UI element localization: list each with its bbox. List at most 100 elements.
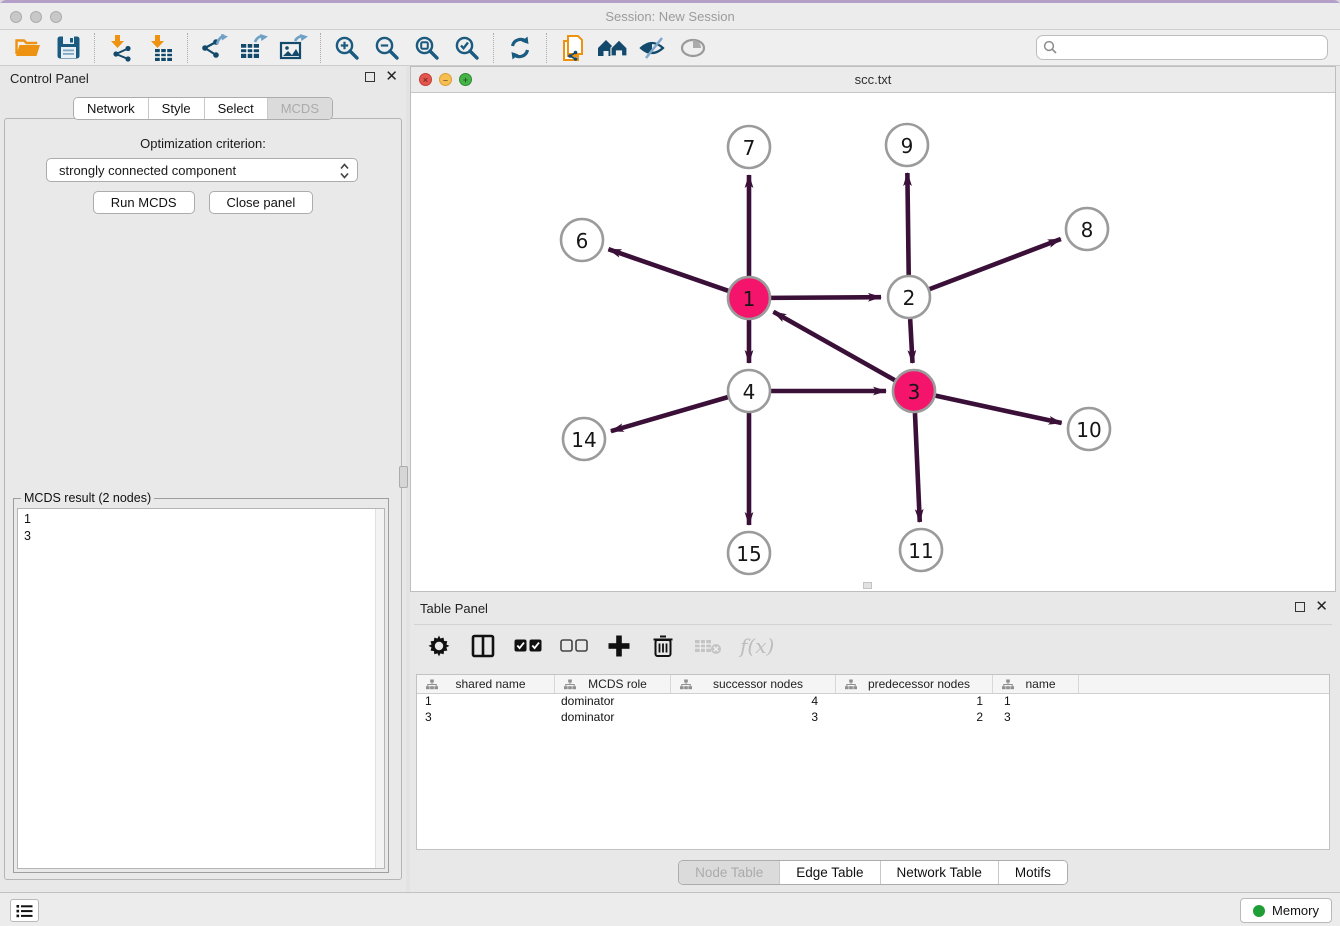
table-toolbar: f(x) <box>414 624 1332 666</box>
application-window: Session: New Session <box>0 0 1340 926</box>
column-header-MCDS-role[interactable]: MCDS role <box>555 675 671 693</box>
control-panel-tabs: NetworkStyleSelectMCDS <box>0 97 406 120</box>
search-input[interactable] <box>1036 35 1328 60</box>
open-session-icon[interactable] <box>8 32 48 64</box>
column-header-successor-nodes[interactable]: successor nodes <box>671 675 836 693</box>
optimization-criterion-select[interactable]: strongly connected component <box>46 158 358 182</box>
graph-node-label: 1 <box>743 287 756 311</box>
zoom-out-icon[interactable] <box>367 32 407 64</box>
import-table-icon[interactable] <box>141 32 181 64</box>
close-table-panel-icon[interactable]: ✕ <box>1315 602 1328 612</box>
cell: 3 <box>671 710 836 726</box>
tab-node-table[interactable]: Node Table <box>679 861 779 884</box>
close-panel-button[interactable]: Close panel <box>209 191 314 214</box>
tab-network[interactable]: Network <box>74 98 148 119</box>
cell: 3 <box>993 710 1079 726</box>
graph-node-label: 2 <box>903 286 916 310</box>
zoom-in-icon[interactable] <box>327 32 367 64</box>
memory-status-icon <box>1253 905 1265 917</box>
result-scrollbar[interactable] <box>375 509 384 868</box>
chevron-up-down-icon <box>338 162 351 180</box>
float-table-panel-icon[interactable] <box>1295 602 1305 612</box>
network-view-frame: × – + scc.txt 1234678910111415 <box>410 66 1336 592</box>
save-session-icon[interactable] <box>48 32 88 64</box>
network-title-bar[interactable]: × – + scc.txt <box>411 67 1335 93</box>
graph-edge-1-6[interactable] <box>608 249 728 291</box>
deselect-all-columns-icon[interactable] <box>560 631 588 661</box>
graph-node-label: 9 <box>901 134 914 158</box>
cell: 1 <box>836 694 993 710</box>
export-image-icon[interactable] <box>274 32 314 64</box>
splitter-grip[interactable] <box>863 582 872 589</box>
zoom-fit-icon[interactable] <box>407 32 447 64</box>
tab-edge-table[interactable]: Edge Table <box>779 861 879 884</box>
select-all-columns-icon[interactable] <box>514 631 542 661</box>
column-header-name[interactable]: name <box>993 675 1079 693</box>
table-header-row: shared nameMCDS rolesuccessor nodesprede… <box>417 675 1329 694</box>
graph-node-label: 6 <box>576 229 589 253</box>
eye-icon-disabled <box>673 32 713 64</box>
table-panel: Table Panel ✕ <box>410 596 1336 892</box>
table-row[interactable]: 3dominator323 <box>417 710 1329 726</box>
column-header-predecessor-nodes[interactable]: predecessor nodes <box>836 675 993 693</box>
refresh-icon[interactable] <box>500 32 540 64</box>
network-canvas[interactable]: 1234678910111415 <box>411 93 1335 591</box>
zoom-selected-icon[interactable] <box>447 32 487 64</box>
toolbar-separator <box>493 33 494 63</box>
mcds-result-title: MCDS result (2 nodes) <box>21 491 154 505</box>
memory-button[interactable]: Memory <box>1240 898 1332 923</box>
copy-style-icon[interactable] <box>553 32 593 64</box>
graph-edge-3-11[interactable] <box>915 413 920 522</box>
add-row-icon[interactable] <box>606 631 632 661</box>
home-icon[interactable] <box>593 32 633 64</box>
table-row[interactable]: 1dominator411 <box>417 694 1329 710</box>
export-table-icon[interactable] <box>234 32 274 64</box>
toolbar-separator <box>546 33 547 63</box>
tab-mcds[interactable]: MCDS <box>267 98 332 119</box>
table-panel-title: Table Panel <box>420 601 488 616</box>
import-network-icon[interactable] <box>101 32 141 64</box>
control-panel-title: Control Panel <box>10 71 89 86</box>
graph-edge-3-10[interactable] <box>935 396 1061 423</box>
tab-select[interactable]: Select <box>204 98 267 119</box>
tab-motifs[interactable]: Motifs <box>998 861 1067 884</box>
panel-divider-grip[interactable] <box>399 466 408 488</box>
optimization-criterion-label: Optimization criterion: <box>5 136 401 151</box>
show-hide-panels-eye-icon[interactable] <box>633 32 673 64</box>
cell: 3 <box>417 710 555 726</box>
network-title: scc.txt <box>411 72 1335 87</box>
graph-edge-2-3[interactable] <box>910 319 912 363</box>
tab-network-table[interactable]: Network Table <box>880 861 998 884</box>
cell: 1 <box>993 694 1079 710</box>
mcds-result-list[interactable]: 1 3 <box>17 508 385 869</box>
task-history-button[interactable] <box>10 899 39 922</box>
memory-label: Memory <box>1272 903 1319 918</box>
run-mcds-button[interactable]: Run MCDS <box>93 191 195 214</box>
split-view-icon[interactable] <box>470 631 496 661</box>
delete-row-icon[interactable] <box>650 631 676 661</box>
graph-edge-2-9[interactable] <box>907 173 908 275</box>
settings-gear-icon[interactable] <box>426 631 452 661</box>
column-header-shared-name[interactable]: shared name <box>417 675 555 693</box>
mcds-result-group: MCDS result (2 nodes) 1 3 <box>13 491 389 873</box>
float-panel-icon[interactable] <box>365 72 375 82</box>
close-panel-icon[interactable]: ✕ <box>385 72 398 82</box>
search-icon <box>1043 40 1058 55</box>
tab-style[interactable]: Style <box>148 98 204 119</box>
graph-node-label: 11 <box>908 539 933 563</box>
export-network-icon[interactable] <box>194 32 234 64</box>
graph-node-label: 15 <box>736 542 761 566</box>
control-panel: Control Panel ✕ NetworkStyleSelectMCDS O… <box>0 66 406 892</box>
graph-node-label: 3 <box>908 380 921 404</box>
graph-edge-1-2[interactable] <box>771 297 881 298</box>
list-icon <box>16 904 33 918</box>
main-toolbar <box>0 30 1340 66</box>
graph-edge-4-14[interactable] <box>611 397 728 431</box>
toolbar-separator <box>187 33 188 63</box>
graph-edge-2-8[interactable] <box>930 239 1061 289</box>
toolbar-separator <box>94 33 95 63</box>
graph-edge-3-1[interactable] <box>773 312 894 380</box>
status-bar: Memory <box>0 892 1340 926</box>
cell: dominator <box>555 710 671 726</box>
control-panel-header: Control Panel ✕ <box>0 66 406 92</box>
